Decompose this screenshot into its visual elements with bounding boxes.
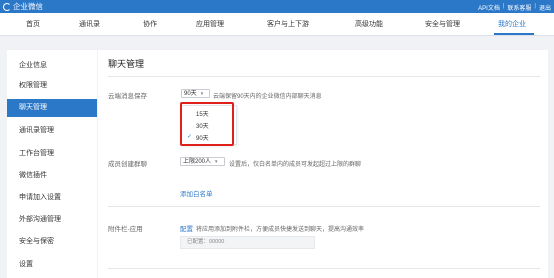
nav-home[interactable]: 首页	[26, 19, 40, 29]
sidebar-item-wechat-plugin[interactable]: 微信插件	[7, 167, 97, 185]
caret-down-icon: ▼	[199, 91, 205, 96]
cloud-save-select[interactable]: 90天 ▼	[181, 89, 210, 98]
sidebar-item-workbench[interactable]: 工作台管理	[7, 145, 97, 163]
configured-box: 已配置：00000	[180, 236, 315, 249]
title-divider	[108, 76, 540, 77]
section-divider	[108, 206, 540, 207]
nav-app-management[interactable]: 应用管理	[196, 19, 224, 29]
wecom-logo-icon	[3, 2, 11, 11]
sidebar-item-contacts-management[interactable]: 通讯录管理	[7, 122, 97, 140]
group-chat-hint: 设置后，仅白名单内的成员可发起超过上限的群聊	[229, 162, 362, 168]
group-limit-value: 上限200人	[183, 159, 212, 165]
nav-contacts[interactable]: 通讯录	[79, 19, 100, 29]
api-docs-link[interactable]: API文档	[478, 3, 500, 12]
nav-customers[interactable]: 客户与上下游	[267, 19, 309, 29]
active-tab-indicator	[494, 33, 534, 35]
separator: |	[502, 3, 505, 9]
logout-link[interactable]: 退出	[539, 3, 551, 12]
sidebar-item-external-comm[interactable]: 外部沟通管理	[7, 211, 97, 229]
nav-collaboration[interactable]: 协作	[143, 19, 157, 29]
nav-advanced[interactable]: 高级功能	[355, 19, 383, 29]
sidebar-item-settings[interactable]: 设置	[7, 256, 97, 274]
attachment-hint: 将应用添加到附件栏，方便成员快捷发送到聊天，提高沟通效率	[196, 227, 365, 233]
group-limit-select[interactable]: 上限200人 ▼	[180, 157, 225, 166]
separator: |	[534, 3, 536, 9]
contact-support-link[interactable]: 联系客服	[507, 3, 531, 12]
attachment-bar-label: 附件栏-应用	[108, 226, 143, 233]
nav-security[interactable]: 安全与管理	[425, 19, 460, 29]
nav-my-enterprise[interactable]: 我的企业	[498, 19, 526, 29]
sidebar-item-security[interactable]: 安全与保密	[7, 233, 97, 251]
cloud-save-hint: 云端保留90天内的企业微信内部聊天消息	[213, 94, 322, 100]
configure-link[interactable]: 配置	[180, 223, 193, 233]
sidebar: 企业信息 权限管理 聊天管理 通讯录管理 工作台管理 微信插件 申请加入设置 外…	[7, 50, 97, 278]
cloud-save-value: 90天	[184, 91, 197, 97]
top-bar: 企业微信 API文档 | 联系客服 | 退出	[0, 0, 554, 13]
sidebar-item-join-settings[interactable]: 申请加入设置	[7, 189, 97, 207]
top-links: API文档 | 联系客服 | 退出	[478, 3, 551, 12]
sidebar-item-enterprise-info[interactable]: 企业信息	[7, 57, 97, 75]
configured-value: 00000	[209, 239, 225, 245]
sidebar-item-permissions[interactable]: 权限管理	[7, 77, 97, 95]
brand-logo[interactable]: 企业微信	[3, 2, 43, 11]
bottom-divider	[108, 268, 540, 269]
sidebar-item-chat-management[interactable]: 聊天管理	[7, 99, 97, 117]
brand-name: 企业微信	[13, 2, 43, 11]
main-nav: 首页 通讯录 协作 应用管理 客户与上下游 高级功能 安全与管理 我的企业	[0, 13, 554, 36]
page-title: 聊天管理	[108, 59, 145, 69]
annotation-highlight-box	[180, 102, 234, 146]
configured-label: 已配置：	[187, 239, 210, 245]
group-chat-label: 成员创建群聊	[108, 161, 147, 168]
caret-down-icon: ▼	[214, 159, 219, 164]
main-content: 聊天管理 云端消息保存 90天 ▼ 云端保留90天内的企业微信内部聊天消息 15天…	[98, 50, 548, 278]
add-whitelist-link[interactable]: 添加白名单	[180, 188, 213, 198]
cloud-save-label: 云端消息保存	[108, 93, 147, 100]
